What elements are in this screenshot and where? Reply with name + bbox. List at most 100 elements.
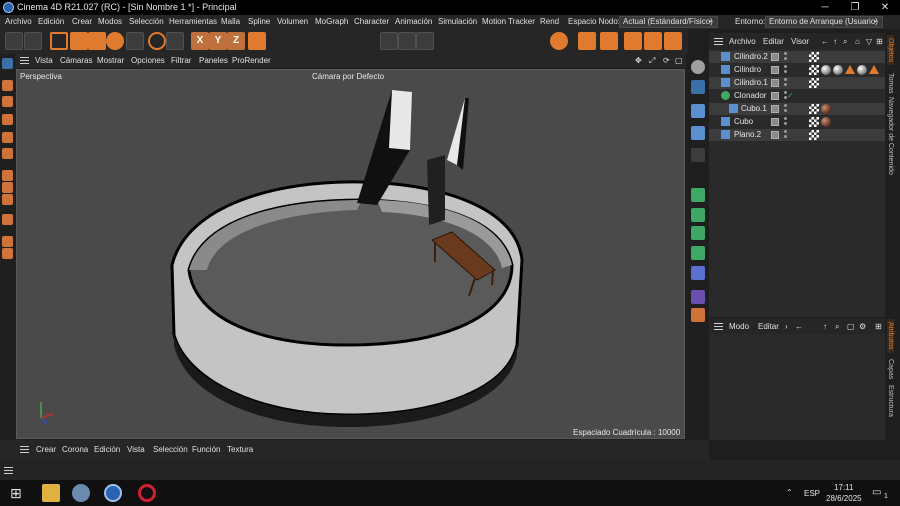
- menu-herramientas[interactable]: Herramientas: [169, 17, 217, 26]
- cube-icon[interactable]: [691, 104, 705, 118]
- material-menu-corona[interactable]: Corona: [62, 445, 88, 454]
- live-selection-icon[interactable]: [148, 32, 166, 50]
- texture-mode-icon[interactable]: [2, 96, 13, 107]
- axis-mode-icon[interactable]: [2, 170, 13, 181]
- generator-icon[interactable]: [624, 32, 642, 50]
- toggle-views-icon[interactable]: ▢: [675, 56, 683, 65]
- menu-render[interactable]: Rend: [540, 17, 559, 26]
- viewport-menu-mostrar[interactable]: Mostrar: [97, 56, 124, 65]
- notification-icon[interactable]: ▭: [872, 487, 881, 498]
- object-row[interactable]: Clonador ✓: [709, 90, 885, 102]
- tab-atributos[interactable]: Atributos: [887, 319, 894, 353]
- add-object-icon[interactable]: [550, 32, 568, 50]
- visibility-checkbox[interactable]: [771, 131, 779, 139]
- minimize-icon[interactable]: ─: [810, 0, 840, 15]
- null-object-icon[interactable]: [691, 80, 705, 94]
- solo-icon[interactable]: [2, 236, 13, 247]
- menu-motion-tracker[interactable]: Motion Tracker: [482, 17, 535, 26]
- object-row[interactable]: Cilindro.2: [709, 51, 885, 63]
- object-row[interactable]: Cubo.1: [709, 103, 885, 115]
- material-tag-icon[interactable]: [809, 78, 819, 88]
- menu-edicion[interactable]: Edición: [38, 17, 64, 26]
- object-name[interactable]: Cilindro.2: [734, 52, 768, 61]
- figure-icon[interactable]: [691, 126, 705, 140]
- back-arrow-icon[interactable]: ←: [821, 37, 829, 46]
- espacio-nodo-dropdown[interactable]: Actual (Estándard/Físico): [619, 15, 718, 28]
- editor-render-dots-icon[interactable]: [783, 65, 788, 74]
- windows-start-icon[interactable]: ⊞: [10, 484, 28, 502]
- viewport-menu-vista[interactable]: Vista: [35, 56, 53, 65]
- material-menu-crear[interactable]: Crear: [36, 445, 56, 454]
- material-tag-icon[interactable]: [809, 104, 819, 114]
- settings-icon[interactable]: ⚙: [859, 322, 866, 331]
- search-icon[interactable]: ⌕: [835, 322, 839, 332]
- tab-capas[interactable]: Capas: [887, 359, 894, 379]
- attribute-menu-modo[interactable]: Modo: [729, 322, 749, 331]
- y-axis-button[interactable]: Y: [209, 32, 227, 50]
- editor-render-dots-icon[interactable]: [783, 130, 788, 139]
- material-tag-icon[interactable]: [809, 130, 819, 140]
- app-icon[interactable]: [72, 484, 90, 502]
- home-icon[interactable]: ⌂: [855, 37, 860, 46]
- rotate-view-icon[interactable]: ⟳: [663, 56, 670, 65]
- viewport-menu-filtrar[interactable]: Filtrar: [171, 56, 191, 65]
- up-arrow-icon[interactable]: ↑: [833, 37, 837, 46]
- model-mode-icon[interactable]: [2, 80, 13, 91]
- hamburger-icon[interactable]: [20, 57, 29, 64]
- menu-mograph[interactable]: MoGraph: [315, 17, 348, 26]
- object-menu-archivo[interactable]: Archivo: [729, 37, 756, 46]
- entorno-dropdown[interactable]: Entorno de Arranque (Usuario): [765, 15, 883, 28]
- menu-simulacion[interactable]: Simulación: [438, 17, 477, 26]
- material-tag-icon[interactable]: [821, 104, 831, 114]
- sphere-icon[interactable]: [691, 60, 705, 74]
- editor-render-dots-icon[interactable]: [783, 52, 788, 61]
- material-menu-seleccion[interactable]: Selección: [153, 445, 188, 454]
- undo-icon[interactable]: [5, 32, 23, 50]
- editor-render-dots-icon[interactable]: [783, 78, 788, 87]
- tab-objetos[interactable]: Objetos: [887, 35, 894, 66]
- tab-navegador-contenido[interactable]: Navegador de Contenido: [887, 97, 894, 175]
- menu-spline[interactable]: Spline: [248, 17, 270, 26]
- tool-options-icon[interactable]: [166, 32, 184, 50]
- search-icon[interactable]: ⌕: [843, 37, 847, 47]
- x-axis-button[interactable]: X: [191, 32, 209, 50]
- material-tag-icon[interactable]: [809, 52, 819, 62]
- material-menu-vista[interactable]: Vista: [127, 445, 145, 454]
- render-view-icon[interactable]: [380, 32, 398, 50]
- material-tag-icon[interactable]: [821, 65, 831, 75]
- menu-modos[interactable]: Modos: [98, 17, 122, 26]
- viewport-menu-camaras[interactable]: Cámaras: [60, 56, 92, 65]
- back-arrow-icon[interactable]: ←: [795, 322, 803, 331]
- redo-icon[interactable]: [24, 32, 42, 50]
- object-name[interactable]: Cilindro: [734, 65, 761, 74]
- restore-icon[interactable]: ❐: [840, 0, 870, 15]
- material-menu-funcion[interactable]: Función: [192, 445, 220, 454]
- deformer-icon[interactable]: [644, 32, 662, 50]
- mograph-icon[interactable]: [691, 246, 705, 260]
- viewport-menu-prorender[interactable]: ProRender: [232, 56, 271, 65]
- environment-icon[interactable]: [664, 32, 682, 50]
- visibility-checkbox[interactable]: [771, 118, 779, 126]
- menu-character[interactable]: Character: [354, 17, 389, 26]
- visibility-checkbox[interactable]: [771, 79, 779, 87]
- visibility-checkbox[interactable]: [771, 66, 779, 74]
- deformer-tool-icon[interactable]: [691, 266, 705, 280]
- chevron-right-icon[interactable]: ›: [785, 322, 788, 331]
- menu-archivo[interactable]: Archivo: [5, 17, 32, 26]
- visibility-checkbox[interactable]: [771, 53, 779, 61]
- menu-animacion[interactable]: Animación: [395, 17, 432, 26]
- object-manager-hamburger-icon[interactable]: [714, 38, 723, 45]
- object-name[interactable]: Cubo: [734, 117, 753, 126]
- editor-render-dots-icon[interactable]: [783, 104, 788, 113]
- material-tag-icon[interactable]: [857, 65, 867, 75]
- snap-icon[interactable]: [2, 182, 13, 193]
- new-window-icon[interactable]: ⊞: [875, 322, 882, 331]
- tray-chevron-up-icon[interactable]: ⌃: [786, 488, 793, 497]
- make-editable-icon[interactable]: [2, 58, 13, 69]
- filter-icon[interactable]: ▽: [866, 37, 872, 46]
- material-tag-icon[interactable]: [809, 65, 819, 75]
- material-menu-textura[interactable]: Textura: [227, 445, 253, 454]
- menu-volumen[interactable]: Volumen: [277, 17, 308, 26]
- material-area[interactable]: [0, 460, 900, 480]
- object-name[interactable]: Cubo.1: [741, 104, 767, 113]
